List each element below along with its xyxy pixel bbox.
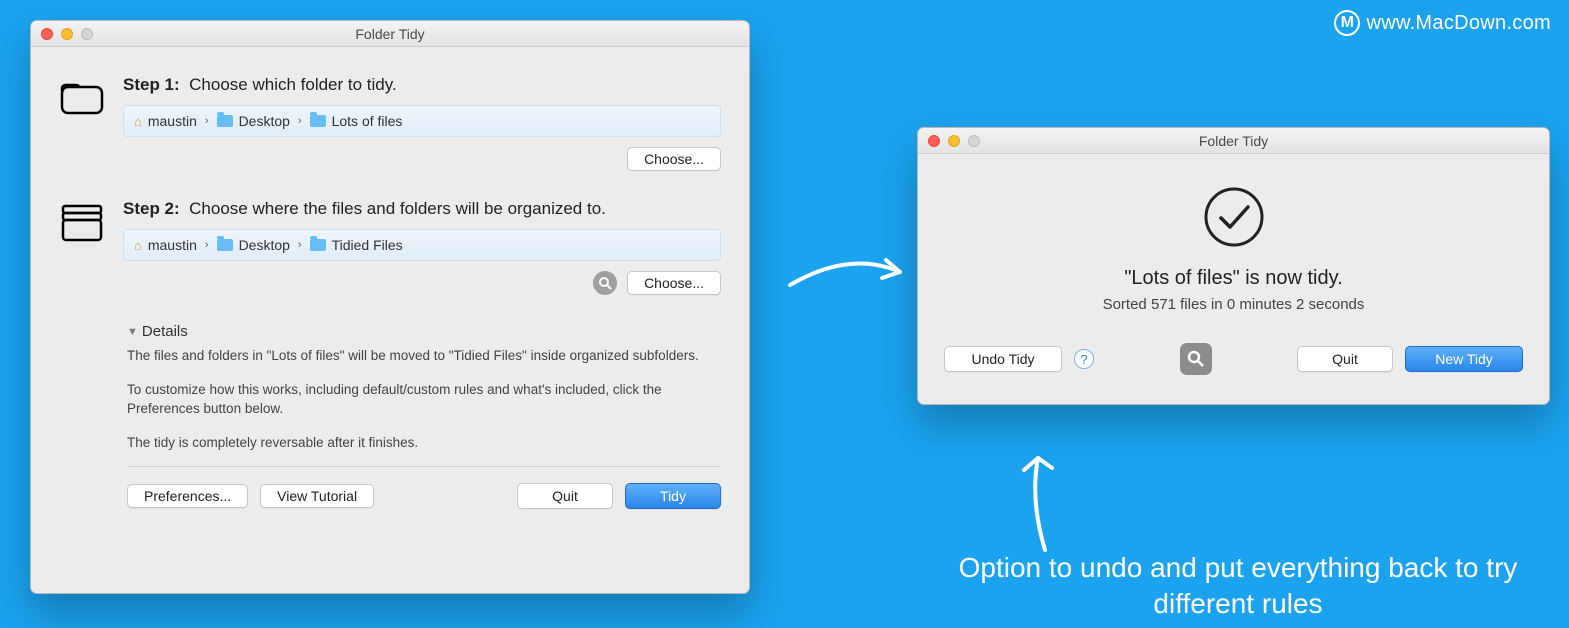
folder-small-icon bbox=[217, 115, 233, 127]
crumb-tidied: Tidied Files bbox=[332, 237, 403, 253]
details-disclosure[interactable]: ▼ Details bbox=[127, 323, 721, 340]
result-window: Folder Tidy "Lots of files" is now tidy.… bbox=[917, 127, 1550, 405]
window-title: Folder Tidy bbox=[918, 133, 1549, 149]
titlebar: Folder Tidy bbox=[31, 21, 749, 47]
result-subtitle: Sorted 571 files in 0 minutes 2 seconds bbox=[938, 296, 1529, 313]
folder-small-icon bbox=[217, 239, 233, 251]
crumb-user: maustin bbox=[148, 113, 197, 129]
folder-small-icon bbox=[310, 115, 326, 127]
view-tutorial-button[interactable]: View Tutorial bbox=[260, 484, 374, 508]
tidy-button[interactable]: Tidy bbox=[625, 483, 721, 509]
triangle-down-icon: ▼ bbox=[127, 326, 138, 338]
quit-button[interactable]: Quit bbox=[517, 483, 613, 509]
arrow-right-icon bbox=[780, 240, 920, 310]
step2-title: Step 2: Choose where the files and folde… bbox=[123, 199, 721, 219]
details-text: The files and folders in "Lots of files"… bbox=[127, 346, 703, 452]
destination-path: ⌂maustin › Desktop › Tidied Files bbox=[123, 229, 721, 261]
crumb-target: Lots of files bbox=[332, 113, 403, 129]
titlebar: Folder Tidy bbox=[918, 128, 1549, 154]
crumb-desktop: Desktop bbox=[239, 237, 290, 253]
folder-small-icon bbox=[310, 239, 326, 251]
window-title: Folder Tidy bbox=[31, 26, 749, 42]
result-title: "Lots of files" is now tidy. bbox=[938, 267, 1529, 290]
new-tidy-button[interactable]: New Tidy bbox=[1405, 346, 1523, 372]
undo-tidy-button[interactable]: Undo Tidy bbox=[944, 346, 1062, 372]
crumb-user: maustin bbox=[148, 237, 197, 253]
watermark: M www.MacDown.com bbox=[1334, 10, 1551, 36]
choose-source-button[interactable]: Choose... bbox=[627, 147, 721, 171]
main-window: Folder Tidy Step 1: Choose which folder … bbox=[30, 20, 750, 594]
help-icon[interactable]: ? bbox=[1074, 349, 1094, 369]
home-icon: ⌂ bbox=[134, 238, 142, 253]
checkmark-circle-icon bbox=[1203, 186, 1265, 248]
watermark-text: www.MacDown.com bbox=[1366, 12, 1551, 35]
reveal-in-finder-icon[interactable] bbox=[593, 271, 617, 295]
stacked-folders-icon bbox=[60, 203, 104, 243]
caption-text: Option to undo and put everything back t… bbox=[938, 550, 1538, 623]
home-icon: ⌂ bbox=[134, 114, 142, 129]
details-label: Details bbox=[142, 323, 188, 340]
folder-icon bbox=[60, 79, 104, 115]
source-path: ⌂maustin › Desktop › Lots of files bbox=[123, 105, 721, 137]
search-icon[interactable] bbox=[1180, 343, 1212, 375]
step1-title: Step 1: Choose which folder to tidy. bbox=[123, 75, 721, 95]
preferences-button[interactable]: Preferences... bbox=[127, 484, 248, 508]
arrow-up-icon bbox=[1000, 440, 1090, 560]
quit-button[interactable]: Quit bbox=[1297, 346, 1393, 372]
choose-destination-button[interactable]: Choose... bbox=[627, 271, 721, 295]
crumb-desktop: Desktop bbox=[239, 113, 290, 129]
watermark-logo-icon: M bbox=[1334, 10, 1360, 36]
